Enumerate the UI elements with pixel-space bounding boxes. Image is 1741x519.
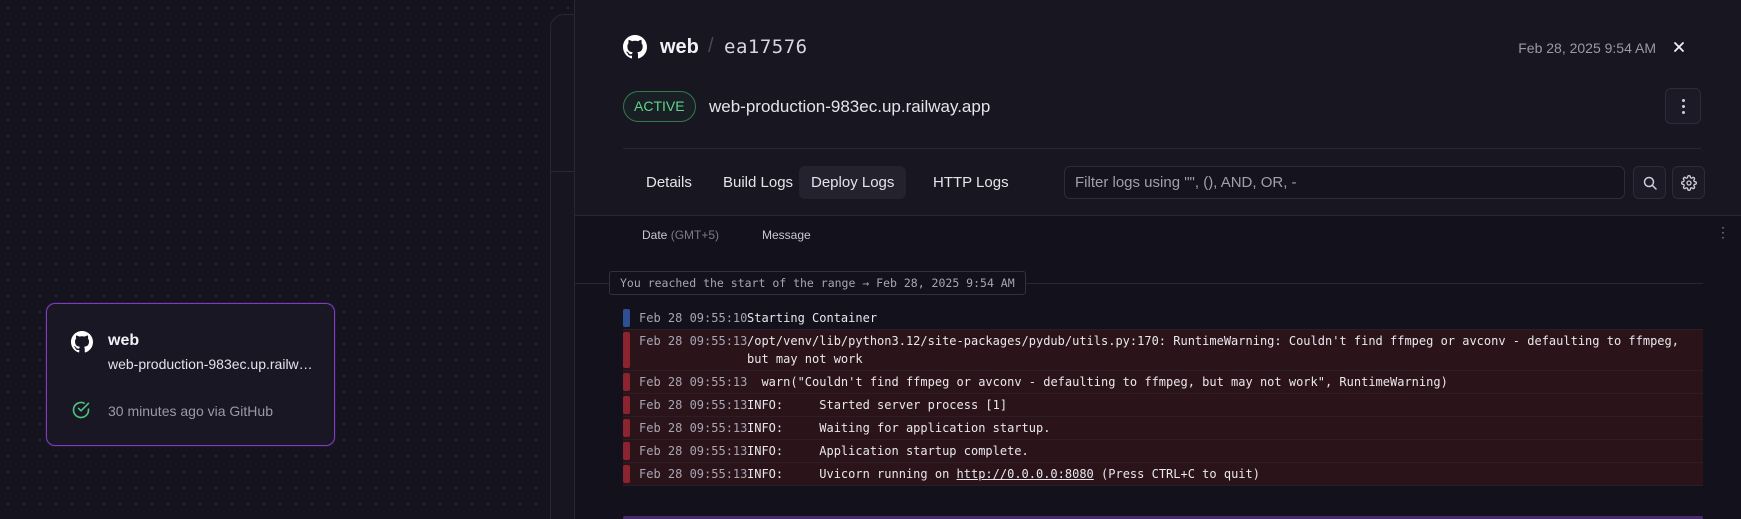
log-timestamp: Feb 28 09:55:13 [639,334,748,348]
log-message: INFO: Waiting for application startup. [747,421,1051,435]
log-message: warn("Couldn't find ffmpeg or avconv - d… [747,375,1448,389]
kebab-dot-icon [1682,105,1685,108]
log-message: INFO: Application startup complete. [747,444,1029,458]
info-level-indicator [623,309,630,327]
column-menu-icon[interactable]: ⋮ [1716,224,1730,241]
log-row[interactable]: Feb 28 09:55:13 INFO: Started server proc… [623,394,1703,416]
date-label: Date [642,228,668,242]
tab-details[interactable]: Details [634,166,704,199]
log-message-text: INFO: Uvicorn running on [747,467,957,481]
log-timestamp: Feb 28 09:55:10 [639,311,748,325]
log-timestamp: Feb 28 09:55:13 [639,398,748,412]
range-start-notice: You reached the start of the range → Feb… [609,271,1026,295]
tab-deploy-logs[interactable]: Deploy Logs [799,166,907,199]
panel-service-name[interactable]: web [660,36,699,59]
more-options-button[interactable] [1665,88,1701,124]
error-level-indicator [623,442,630,460]
log-link[interactable]: http://0.0.0.0:8080 [957,467,1094,481]
log-row[interactable]: Feb 28 09:55:13/opt/venv/lib/python3.12/… [623,330,1703,370]
service-card[interactable]: web web-production-983ec.up.railway.app … [46,303,335,446]
column-header-message[interactable]: Message [762,228,811,242]
error-level-indicator [623,419,630,437]
breadcrumb-separator: / [708,35,714,57]
log-timestamp: Feb 28 09:55:13 [639,421,748,435]
log-row[interactable]: Feb 28 09:55:13 INFO: Waiting for applica… [623,417,1703,439]
log-message: INFO: Uvicorn running on http://0.0.0.0:… [747,465,1695,483]
log-filter-input[interactable] [1064,166,1625,199]
log-row-divider [623,485,1703,486]
github-icon [71,331,93,353]
log-row[interactable]: Feb 28 09:55:10 Starting Container [623,307,1703,329]
log-timestamp: Feb 28 09:55:13 [639,375,748,389]
gear-icon [1681,175,1697,191]
log-row[interactable]: Feb 28 09:55:13 INFO: Uvicorn running on … [623,463,1703,485]
log-message-text: (Press CTRL+C to quit) [1093,467,1260,481]
column-header-date[interactable]: Date (GMT+5) [642,228,719,242]
log-settings-button[interactable] [1672,166,1705,199]
project-canvas[interactable]: web web-production-983ec.up.railway.app … [0,0,591,519]
deployment-panel: web / ea17576 Feb 28, 2025 9:54 AM ACTIV… [574,0,1741,519]
deploy-date: Feb 28, 2025 9:54 AM [1518,40,1656,56]
check-circle-icon [72,401,90,419]
error-level-indicator [623,332,630,368]
header-divider [623,148,1701,149]
commit-hash[interactable]: ea17576 [724,36,808,58]
timezone-label: (GMT+5) [670,228,720,242]
github-icon [623,35,647,59]
log-viewer[interactable]: Date (GMT+5) Message ⋮ You reached the s… [575,215,1741,519]
close-icon[interactable] [1669,37,1689,57]
deployment-url[interactable]: web-production-983ec.up.railway.app [709,97,990,117]
log-message: INFO: Started server process [1] [747,398,1008,412]
kebab-dot-icon [1682,111,1685,114]
status-badge: ACTIVE [623,91,696,122]
kebab-dot-icon [1682,99,1685,102]
service-name: web [108,332,140,349]
error-level-indicator [623,396,630,414]
log-timestamp: Feb 28 09:55:13 [639,467,748,481]
error-level-indicator [623,373,630,391]
tab-http-logs[interactable]: HTTP Logs [921,166,1021,199]
error-level-indicator [623,465,630,483]
log-message: /opt/venv/lib/python3.12/site-packages/p… [747,334,1679,366]
log-timestamp: Feb 28 09:55:13 [639,444,748,458]
deploy-status-text: 30 minutes ago via GitHub [108,403,273,419]
service-url: web-production-983ec.up.railway.app [108,356,313,372]
log-message: Starting Container [747,311,878,325]
search-icon [1643,176,1657,190]
search-button[interactable] [1633,166,1666,199]
tab-build-logs[interactable]: Build Logs [711,166,805,199]
log-row[interactable]: Feb 28 09:55:13 INFO: Application startup… [623,440,1703,462]
log-row[interactable]: Feb 28 09:55:13 warn("Couldn't find ffmp… [623,371,1703,393]
